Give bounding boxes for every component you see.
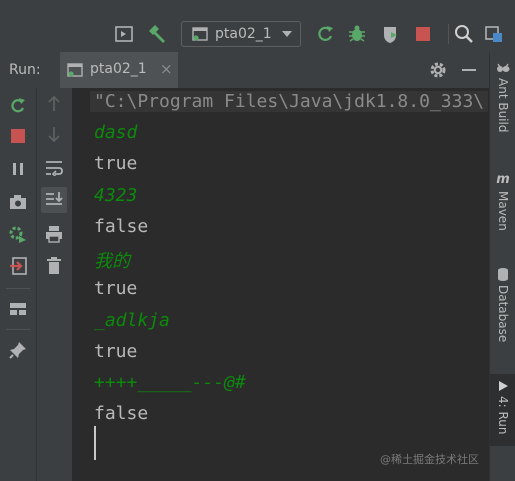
print-icon[interactable]	[44, 224, 64, 244]
debug-settings-icon[interactable]	[8, 224, 28, 244]
gear-icon[interactable]	[428, 60, 448, 80]
layout-icon[interactable]	[8, 299, 28, 319]
console-output-line: false	[94, 216, 149, 237]
console-output-line: true	[94, 278, 138, 299]
database-icon	[498, 268, 508, 281]
search-icon[interactable]	[454, 24, 474, 44]
stop-icon[interactable]	[413, 24, 433, 44]
strip-divider	[6, 329, 30, 330]
ant-icon	[497, 63, 510, 72]
run-anything-icon[interactable]	[114, 24, 134, 44]
right-tool-window-bar: Ant Build m Maven Database 4: Run	[489, 52, 515, 481]
toolbar-divider	[448, 24, 449, 44]
run-configuration-selector[interactable]: pta02_1	[181, 21, 301, 47]
main-toolbar: pta02_1	[0, 0, 515, 53]
close-icon[interactable]: ×	[160, 60, 173, 78]
tool-tab-run[interactable]: 4: Run	[490, 374, 515, 446]
application-config-icon	[192, 27, 208, 41]
pause-icon[interactable]	[8, 159, 28, 179]
tool-tab-maven[interactable]: m Maven	[490, 172, 515, 231]
soft-wrap-icon[interactable]	[44, 158, 64, 178]
run-triangle-icon	[499, 381, 508, 391]
strip-divider	[6, 288, 30, 289]
tool-tab-label: Database	[496, 285, 510, 343]
console-input-line: 4323	[94, 185, 138, 206]
tool-tab-ant-build[interactable]: Ant Build	[490, 62, 515, 132]
console-input-line: 我的	[94, 251, 130, 272]
tab-pta02-1[interactable]: pta02_1 ×	[60, 52, 178, 88]
console-input-line: _adlkja	[94, 310, 170, 331]
application-tab-icon	[67, 63, 83, 77]
stop-icon[interactable]	[8, 126, 28, 146]
console-input-line: ++++_____---@#	[94, 372, 246, 393]
run-panel-label: Run:	[9, 62, 41, 78]
console-input-line: dasd	[94, 122, 138, 143]
minimize-icon[interactable]	[462, 69, 476, 71]
pin-icon[interactable]	[8, 340, 28, 360]
console-output[interactable]: "C:\Program Files\Java\jdk1.8.0_333\ das…	[72, 88, 489, 481]
watermark: @稀土掘金技术社区	[380, 453, 479, 466]
run-tool-window-header: Run: pta02_1 ×	[0, 52, 489, 89]
console-output-line: false	[94, 403, 149, 424]
tool-tab-database[interactable]: Database	[490, 267, 515, 342]
build-hammer-icon[interactable]	[146, 24, 166, 44]
camera-icon[interactable]	[8, 192, 28, 212]
console-output-line: true	[94, 341, 138, 362]
run-configuration-label: pta02_1	[215, 26, 272, 42]
arrow-up-icon[interactable]	[44, 94, 64, 114]
text-caret	[94, 426, 96, 460]
debug-bug-icon[interactable]	[347, 24, 367, 44]
console-output-line: true	[94, 153, 138, 174]
tool-tab-label: 4: Run	[496, 396, 510, 435]
tool-tab-label: Maven	[496, 191, 510, 231]
scroll-to-end-icon[interactable]	[41, 187, 67, 213]
arrow-down-icon[interactable]	[44, 124, 64, 144]
tool-tab-label: Ant Build	[496, 78, 510, 133]
coverage-icon[interactable]	[380, 24, 400, 44]
maven-icon: m	[496, 172, 510, 187]
trash-icon[interactable]	[44, 256, 64, 276]
exit-icon[interactable]	[8, 256, 28, 276]
project-structure-icon[interactable]	[484, 24, 504, 44]
rerun-icon[interactable]	[8, 96, 28, 116]
chevron-down-icon	[282, 31, 292, 37]
tab-label: pta02_1	[90, 61, 147, 77]
rerun-icon[interactable]	[315, 24, 335, 44]
console-actions-toolbar	[36, 88, 73, 481]
console-command-line: "C:\Program Files\Java\jdk1.8.0_333\	[90, 91, 489, 112]
run-actions-toolbar	[0, 88, 36, 481]
